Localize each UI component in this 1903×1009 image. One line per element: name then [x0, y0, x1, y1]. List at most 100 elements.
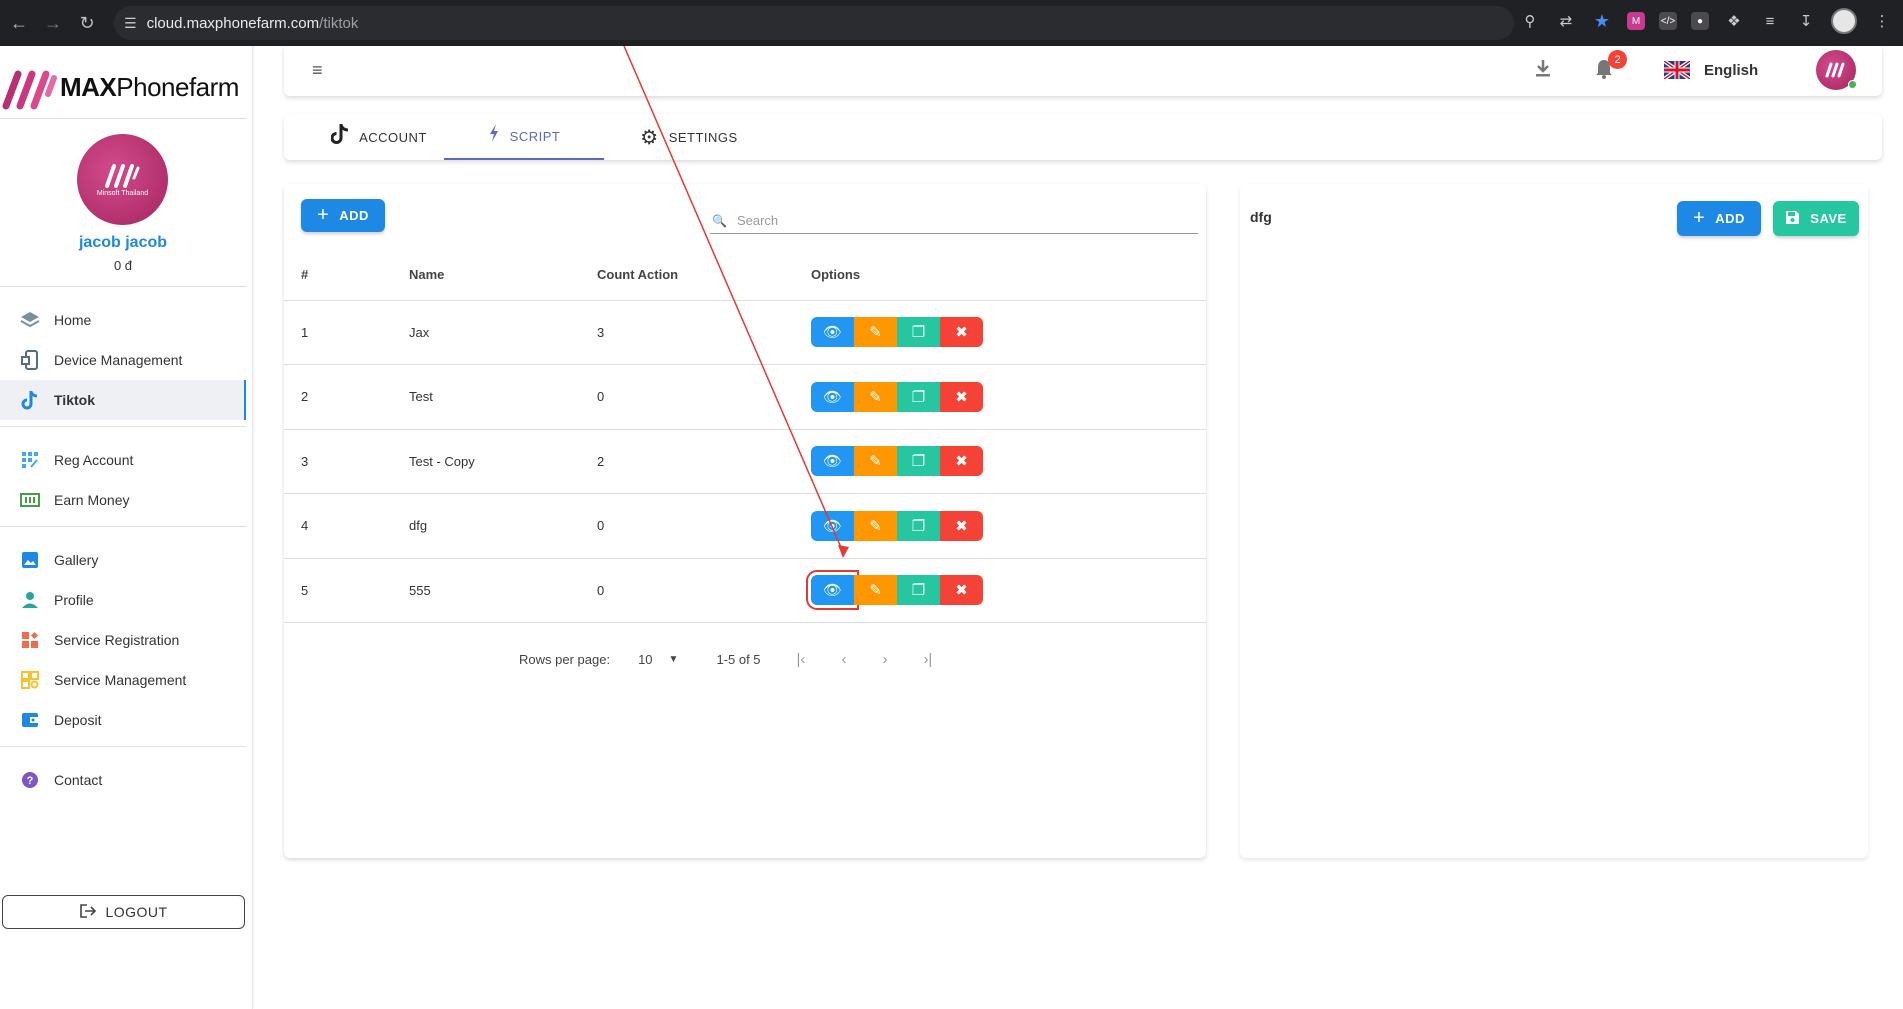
extensions-puzzle-icon[interactable]: ❖ — [1723, 10, 1745, 32]
row-count-action: 0 — [597, 558, 811, 623]
edit-button[interactable]: ✎ — [854, 446, 897, 477]
column-header-index[interactable]: # — [284, 250, 409, 301]
logout-label: LOGOUT — [105, 904, 168, 920]
first-page-icon[interactable]: |‹ — [797, 651, 806, 668]
browser-menu-icon[interactable]: ⋮ — [1871, 10, 1893, 32]
translate-icon[interactable]: ⇄ — [1555, 10, 1577, 32]
edit-button[interactable]: ✎ — [854, 575, 897, 606]
download-icon[interactable] — [1534, 58, 1552, 83]
sidebar-item-earn-money[interactable]: Earn Money — [0, 480, 246, 520]
extension-chat-icon[interactable]: ● — [1691, 12, 1709, 30]
browser-profile-avatar[interactable] — [1831, 8, 1857, 34]
row-count-action: 3 — [597, 300, 811, 365]
edit-button[interactable]: ✎ — [854, 317, 897, 348]
rows-per-page-select[interactable]: 10 ▼ — [638, 652, 678, 667]
view-button[interactable]: 👁 — [811, 510, 854, 541]
copy-button[interactable]: ❐ — [897, 575, 940, 606]
brand-logo[interactable]: MAXPhonefarm — [2, 62, 239, 112]
copy-button[interactable]: ❐ — [897, 317, 940, 348]
trash-icon: ✖ — [955, 517, 968, 535]
logout-button[interactable]: LOGOUT — [2, 895, 245, 929]
back-icon[interactable]: ← — [4, 8, 34, 38]
copy-icon: ❐ — [911, 324, 926, 342]
password-key-icon[interactable]: ⚲ — [1519, 10, 1541, 32]
sidebar-item-service-management[interactable]: Service Management — [0, 660, 246, 700]
tab-script[interactable]: SCRIPT — [444, 114, 604, 160]
script-table: # Name Count Action Options 1 Jax 3 👁 ✎ … — [284, 250, 1206, 623]
gear-icon: ⚙ — [640, 126, 659, 149]
menu-toggle-icon[interactable]: ≡ — [312, 60, 323, 81]
row-name: Jax — [409, 300, 597, 365]
reload-icon[interactable]: ↻ — [72, 8, 102, 38]
view-button[interactable]: 👁 — [811, 317, 854, 348]
column-header-count-action[interactable]: Count Action — [597, 250, 811, 301]
edit-button[interactable]: ✎ — [854, 381, 897, 412]
row-options: 👁 ✎ ❐ ✖ — [811, 317, 1206, 348]
delete-button[interactable]: ✖ — [940, 575, 983, 606]
sidebar-item-home[interactable]: Home — [0, 300, 246, 340]
user-avatar[interactable]: Minsoft Thailand — [77, 134, 168, 225]
sidebar-item-deposit[interactable]: Deposit — [0, 700, 246, 740]
bookmark-star-icon[interactable]: ★ — [1591, 10, 1613, 32]
search-field: 🔍 — [710, 208, 1198, 234]
edit-button[interactable]: ✎ — [854, 510, 897, 541]
copy-button[interactable]: ❐ — [897, 446, 940, 477]
search-input[interactable] — [736, 213, 1177, 228]
view-button[interactable]: 👁 — [811, 446, 854, 477]
add-script-button[interactable]: + ADD — [301, 199, 385, 232]
tab-settings[interactable]: ⚙ SETTINGS — [614, 114, 764, 160]
eye-icon: 👁 — [822, 582, 843, 600]
copy-button[interactable]: ❐ — [897, 381, 940, 412]
sidebar-item-device-management[interactable]: Device Management — [0, 340, 246, 380]
sidebar-item-label: Service Management — [54, 672, 187, 688]
extension-devtools-icon[interactable]: </> — [1659, 12, 1677, 30]
row-options: 👁 ✎ ❐ ✖ — [806, 570, 1206, 611]
row-options: 👁 ✎ ❐ ✖ — [811, 381, 1206, 412]
sidebar-item-gallery[interactable]: Gallery — [0, 540, 246, 580]
sidebar-item-reg-account[interactable]: Reg Account — [0, 440, 246, 480]
save-button[interactable]: SAVE — [1773, 201, 1859, 236]
delete-button[interactable]: ✖ — [940, 381, 983, 412]
copy-icon: ❐ — [911, 517, 926, 535]
site-settings-icon[interactable]: ☰ — [124, 15, 137, 32]
reading-list-icon[interactable]: ≡ — [1759, 10, 1781, 32]
column-header-name[interactable]: Name — [409, 250, 597, 301]
sidebar-item-service-registration[interactable]: Service Registration — [0, 620, 246, 660]
divider — [0, 286, 246, 287]
last-page-icon[interactable]: ›| — [923, 651, 932, 668]
forward-icon[interactable]: → — [38, 8, 68, 38]
brand-mark-icon — [104, 164, 139, 188]
add-label: ADD — [339, 208, 369, 223]
next-page-icon[interactable]: › — [882, 651, 887, 668]
copy-button[interactable]: ❐ — [897, 510, 940, 541]
eye-icon: 👁 — [822, 453, 843, 471]
row-count-action: 2 — [597, 429, 811, 494]
delete-button[interactable]: ✖ — [940, 446, 983, 477]
divider — [0, 118, 246, 119]
column-header-options: Options — [811, 250, 1206, 301]
divider — [0, 526, 246, 527]
delete-button[interactable]: ✖ — [940, 317, 983, 348]
sidebar-item-tiktok[interactable]: Tiktok — [0, 380, 246, 420]
sidebar-item-contact[interactable]: ? Contact — [0, 760, 246, 800]
view-button[interactable]: 👁 — [806, 570, 859, 611]
account-avatar[interactable] — [1816, 50, 1857, 90]
notifications-button[interactable]: 2 — [1594, 50, 1627, 85]
view-button[interactable]: 👁 — [811, 381, 854, 412]
add-action-button[interactable]: + ADD — [1677, 201, 1761, 236]
reg-account-icon — [20, 450, 40, 470]
downloads-icon[interactable]: ↧ — [1795, 10, 1817, 32]
previous-page-icon[interactable]: ‹ — [841, 651, 846, 668]
brand-mark-icon — [2, 64, 60, 110]
copy-icon: ❐ — [911, 453, 926, 471]
address-bar[interactable]: ☰ cloud.maxphonefarm.com/tiktok — [114, 6, 1514, 40]
uk-flag-icon — [1664, 61, 1690, 79]
extension-maxphonefarm-icon[interactable]: M — [1627, 12, 1645, 30]
tab-account[interactable]: ACCOUNT — [314, 114, 444, 160]
copy-icon: ❐ — [911, 388, 926, 406]
sidebar-item-profile[interactable]: Profile — [0, 580, 246, 620]
language-selector[interactable]: English — [1664, 61, 1758, 79]
device-icon — [20, 350, 40, 370]
delete-button[interactable]: ✖ — [940, 510, 983, 541]
row-count-action: 0 — [597, 364, 811, 430]
